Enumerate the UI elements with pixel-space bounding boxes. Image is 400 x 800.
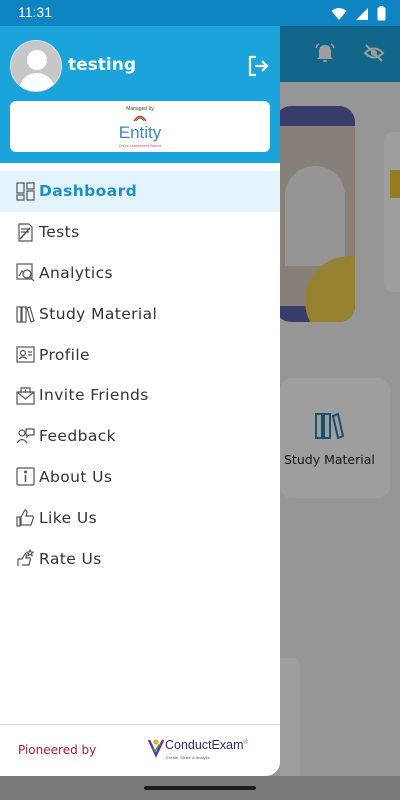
conductexam-logo-icon[interactable] (148, 737, 164, 759)
menu-item-dashboard[interactable]: Dashboard (0, 171, 280, 212)
menu-label-dashboard: Dashboard (39, 182, 138, 201)
drawer-header: testing Managed by Entity Online Assessm… (0, 26, 280, 163)
feedback-icon (16, 427, 35, 446)
home-gesture-pill[interactable] (144, 786, 256, 790)
organization-card: Managed by Entity Online Assessment Part… (10, 101, 270, 152)
menu-item-about-us[interactable]: About Us (0, 457, 280, 498)
about-us-icon (16, 467, 35, 487)
org-name: Entity (118, 123, 162, 142)
tests-icon (16, 223, 35, 242)
menu-label-profile: Profile (39, 345, 90, 364)
menu-label-invite-friends: Invite Friends (39, 386, 149, 405)
battery-icon (377, 6, 386, 21)
conductexam-brand: ConductExam® (165, 738, 248, 752)
menu-item-feedback[interactable]: Feedback (0, 416, 280, 457)
drawer-footer: Pioneered by ConductExam® Create, Share … (0, 724, 280, 776)
menu-label-like-us: Like Us (39, 508, 98, 527)
menu-item-tests[interactable]: Tests (0, 212, 280, 253)
menu-label-feedback: Feedback (39, 427, 117, 446)
like-us-icon (16, 508, 35, 527)
wifi-icon (331, 7, 347, 20)
navigation-drawer: testing Managed by Entity Online Assessm… (0, 26, 280, 776)
menu-item-analytics[interactable]: Analytics (0, 253, 280, 294)
study-material-icon (16, 304, 35, 324)
status-bar: 11:31 (0, 0, 400, 26)
menu-label-tests: Tests (39, 223, 80, 242)
menu-item-like-us[interactable]: Like Us (0, 497, 280, 538)
menu-item-profile[interactable]: Profile (0, 334, 280, 375)
profile-icon (16, 345, 35, 364)
avatar[interactable] (10, 40, 62, 92)
menu-label-study-material: Study Material (39, 304, 158, 323)
analytics-icon (16, 263, 35, 282)
logout-icon[interactable] (246, 54, 270, 78)
rate-us-icon (16, 549, 35, 568)
conductexam-tagline: Create, Share & Analyze (166, 755, 210, 760)
menu-item-rate-us[interactable]: Rate Us (0, 538, 280, 579)
username: testing (68, 55, 136, 75)
conductexam-brand-mark: ® (243, 739, 248, 746)
invite-friends-icon (16, 386, 35, 405)
drawer-menu: Dashboard Tests Analytics Study Material… (0, 171, 280, 579)
menu-label-analytics: Analytics (39, 263, 113, 282)
entity-logo-icon (133, 115, 147, 122)
menu-label-about-us: About Us (39, 467, 113, 486)
signal-icon (356, 7, 368, 20)
pioneered-by-text: Pioneered by (18, 743, 97, 757)
menu-label-rate-us: Rate Us (39, 549, 102, 568)
org-tagline: Online Assessment Partner (118, 144, 162, 148)
dashboard-icon (16, 182, 35, 201)
menu-item-invite-friends[interactable]: Invite Friends (0, 375, 280, 416)
system-navigation-bar (0, 776, 400, 800)
menu-item-study-material[interactable]: Study Material (0, 293, 280, 334)
status-time: 11:31 (18, 4, 52, 20)
